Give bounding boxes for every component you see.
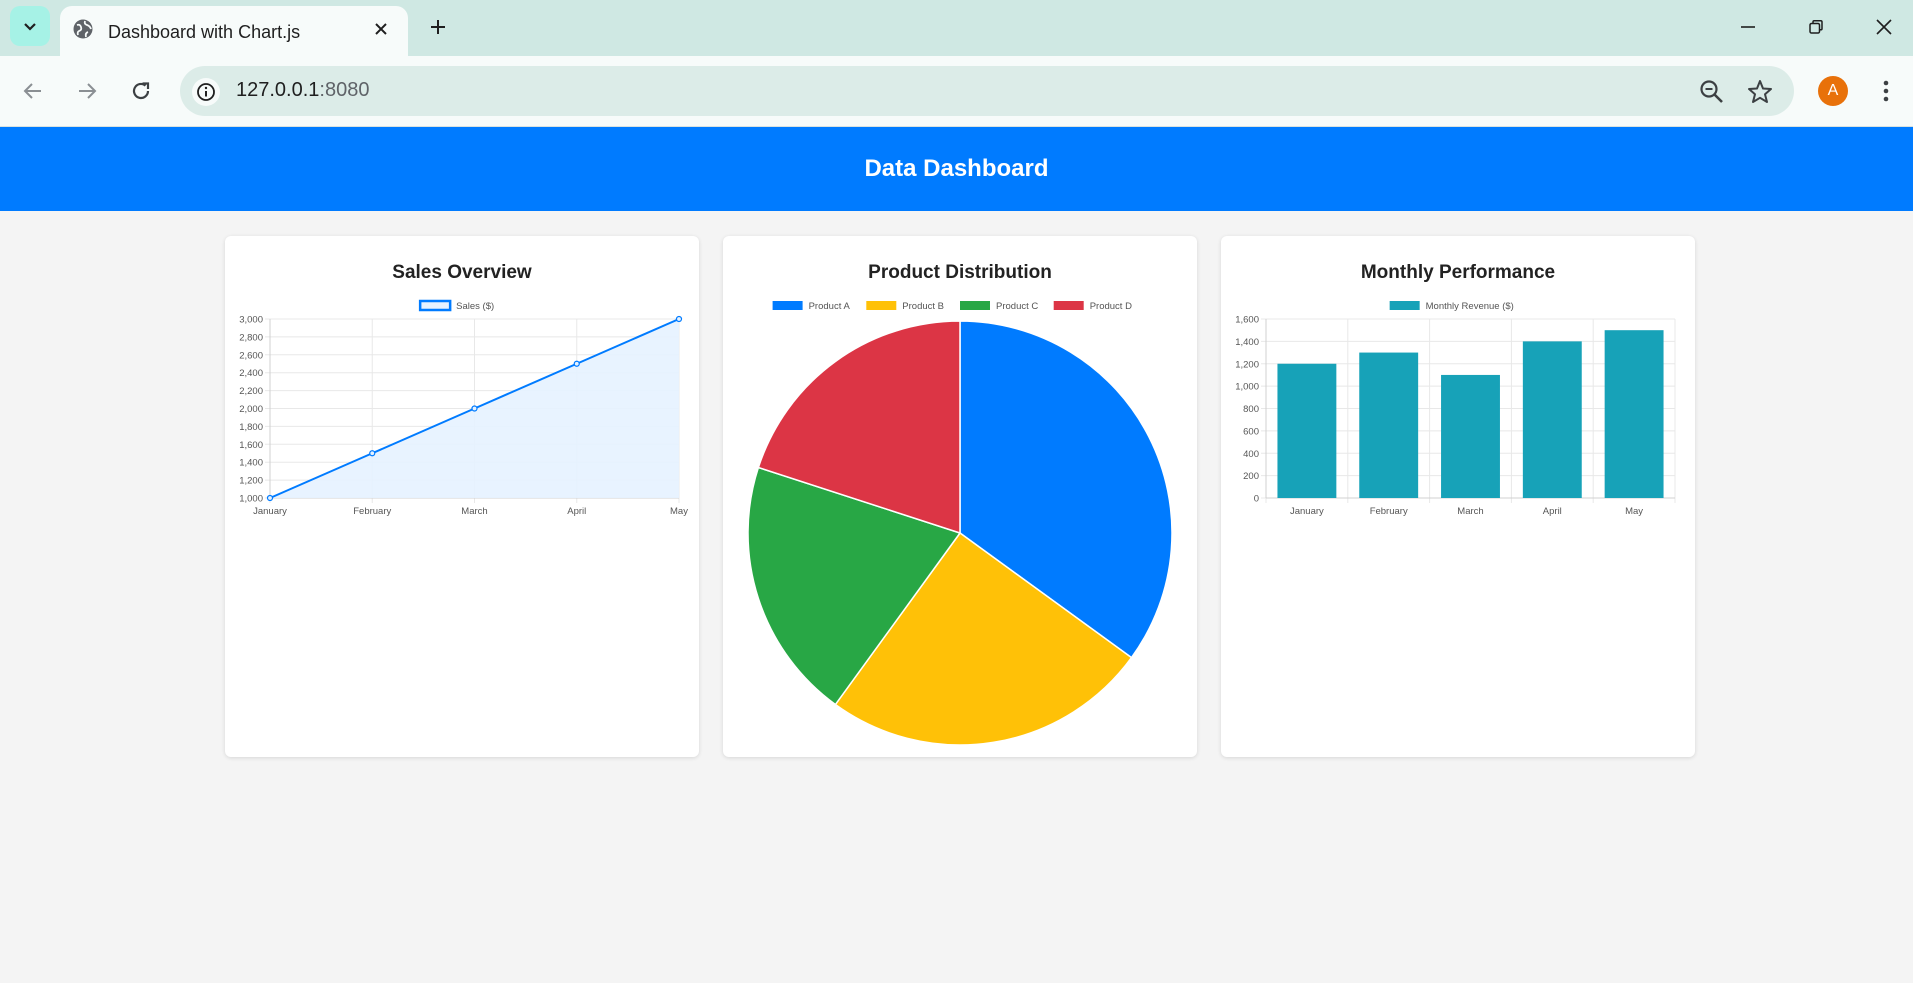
legend-swatch [418, 299, 452, 312]
legend-swatch [960, 301, 990, 310]
bar [1604, 330, 1664, 498]
plus-icon [431, 20, 445, 34]
y-tick-label: 1,800 [239, 422, 263, 433]
x-tick-label: March [1457, 506, 1483, 517]
new-tab-button[interactable] [425, 14, 451, 40]
x-tick-label: April [1543, 506, 1562, 517]
card-monthly-performance: Monthly Performance Monthly Revenue ($) 0… [1221, 236, 1695, 757]
profile-avatar[interactable]: A [1818, 76, 1848, 106]
data-point [573, 360, 580, 367]
page-title: Data Dashboard [864, 155, 1049, 182]
reload-icon [132, 82, 150, 100]
y-tick-label: 1,600 [1235, 315, 1259, 326]
y-tick-label: 2,400 [239, 368, 263, 379]
legend-label: Product C [996, 301, 1038, 312]
url-host: 127.0.0.1 [236, 79, 320, 101]
revenue-bar-chart[interactable]: Monthly Revenue ($) 0 200 400 600 800 1,000 1,2… [1221, 236, 1695, 757]
y-tick-label: 1,200 [1235, 359, 1259, 370]
globe-icon [73, 19, 93, 39]
y-tick-label: 2,800 [239, 332, 263, 343]
y-tick-label: 1,000 [1235, 382, 1259, 393]
y-tick-label: 1,400 [239, 458, 263, 469]
x-tick-label: April [567, 506, 586, 517]
star-icon[interactable] [1746, 78, 1774, 106]
data-point [471, 405, 478, 412]
window-close-icon [1876, 19, 1892, 35]
legend-label: Product B [902, 301, 944, 312]
x-tick-label: January [253, 506, 287, 517]
y-tick-label: 400 [1243, 449, 1259, 460]
zoom-icon[interactable] [1698, 78, 1726, 106]
legend-swatch [772, 301, 803, 310]
chevron-down-icon [24, 23, 36, 31]
bar [1277, 363, 1337, 498]
url-text[interactable]: 127.0.0.1:8080 [236, 79, 369, 102]
browser-tab[interactable]: Dashboard with Chart.js [60, 6, 408, 56]
y-tick-label: 200 [1243, 471, 1259, 482]
x-tick-label: March [461, 506, 487, 517]
restore-button[interactable] [1801, 12, 1831, 42]
data-point [675, 315, 683, 323]
legend-swatch [1389, 301, 1420, 310]
page-header: Data Dashboard [0, 127, 1913, 211]
back-icon [23, 83, 41, 99]
url-port: :8080 [319, 79, 370, 101]
y-tick-label: 1,400 [1235, 337, 1259, 348]
y-tick-label: 1,000 [239, 494, 263, 505]
legend-label: Monthly Revenue ($) [1426, 301, 1514, 312]
info-icon [197, 83, 215, 101]
minimize-icon [1741, 26, 1755, 28]
bar [1359, 352, 1419, 498]
back-button[interactable] [16, 74, 50, 108]
x-tick-label: May [670, 506, 688, 517]
y-tick-label: 1,200 [239, 476, 263, 487]
browser-tab-bar: Dashboard with Chart.js [0, 0, 1913, 56]
y-tick-label: 2,600 [239, 350, 263, 361]
y-tick-label: 3,000 [239, 315, 263, 326]
close-icon [375, 23, 387, 35]
address-bar[interactable]: 127.0.0.1:8080 [180, 66, 1794, 116]
restore-icon [1809, 20, 1823, 34]
tab-close-button[interactable] [370, 18, 392, 40]
more-icon [1883, 80, 1889, 102]
y-tick-label: 0 [1254, 494, 1259, 505]
reload-button[interactable] [124, 74, 158, 108]
y-tick-label: 2,200 [239, 386, 263, 397]
x-tick-label: February [1370, 506, 1408, 517]
tab-list-button[interactable] [10, 6, 50, 46]
window-close-button[interactable] [1869, 12, 1899, 42]
tab-title: Dashboard with Chart.js [108, 22, 301, 42]
legend-swatch [866, 301, 897, 310]
legend-swatch [1053, 301, 1084, 310]
x-tick-label: May [1625, 506, 1643, 517]
x-tick-label: January [1290, 506, 1324, 517]
bar [1441, 374, 1500, 498]
card-product-distribution: Product Distribution Product A Product BP… [723, 236, 1197, 757]
y-tick-label: 800 [1243, 404, 1259, 415]
product-pie-chart[interactable]: Product A Product B Product C Product D [723, 236, 1197, 757]
browser-menu-button[interactable] [1872, 74, 1900, 108]
sales-line-chart[interactable]: Sales ($) 1,000 1,200 1,400 1,600 1,800 2,000 2… [225, 236, 699, 757]
y-tick-label: 600 [1243, 426, 1259, 437]
forward-icon [79, 83, 97, 99]
data-point [369, 450, 376, 457]
site-info-button[interactable] [192, 78, 220, 106]
browser-toolbar: 127.0.0.1:8080 A [0, 56, 1913, 127]
data-point [266, 494, 274, 502]
forward-button[interactable] [70, 74, 104, 108]
legend-label: Sales ($) [456, 301, 494, 312]
legend-label: Product D [1090, 301, 1132, 312]
legend-label: Product A [809, 301, 851, 312]
bar [1522, 341, 1582, 498]
y-tick-label: 2,000 [239, 404, 263, 415]
x-tick-label: February [353, 506, 391, 517]
card-sales-overview: Sales Overview Sales ($) 1,000 1,200 1,400 1… [225, 236, 699, 757]
minimize-button[interactable] [1733, 12, 1763, 42]
y-tick-label: 1,600 [239, 440, 263, 451]
